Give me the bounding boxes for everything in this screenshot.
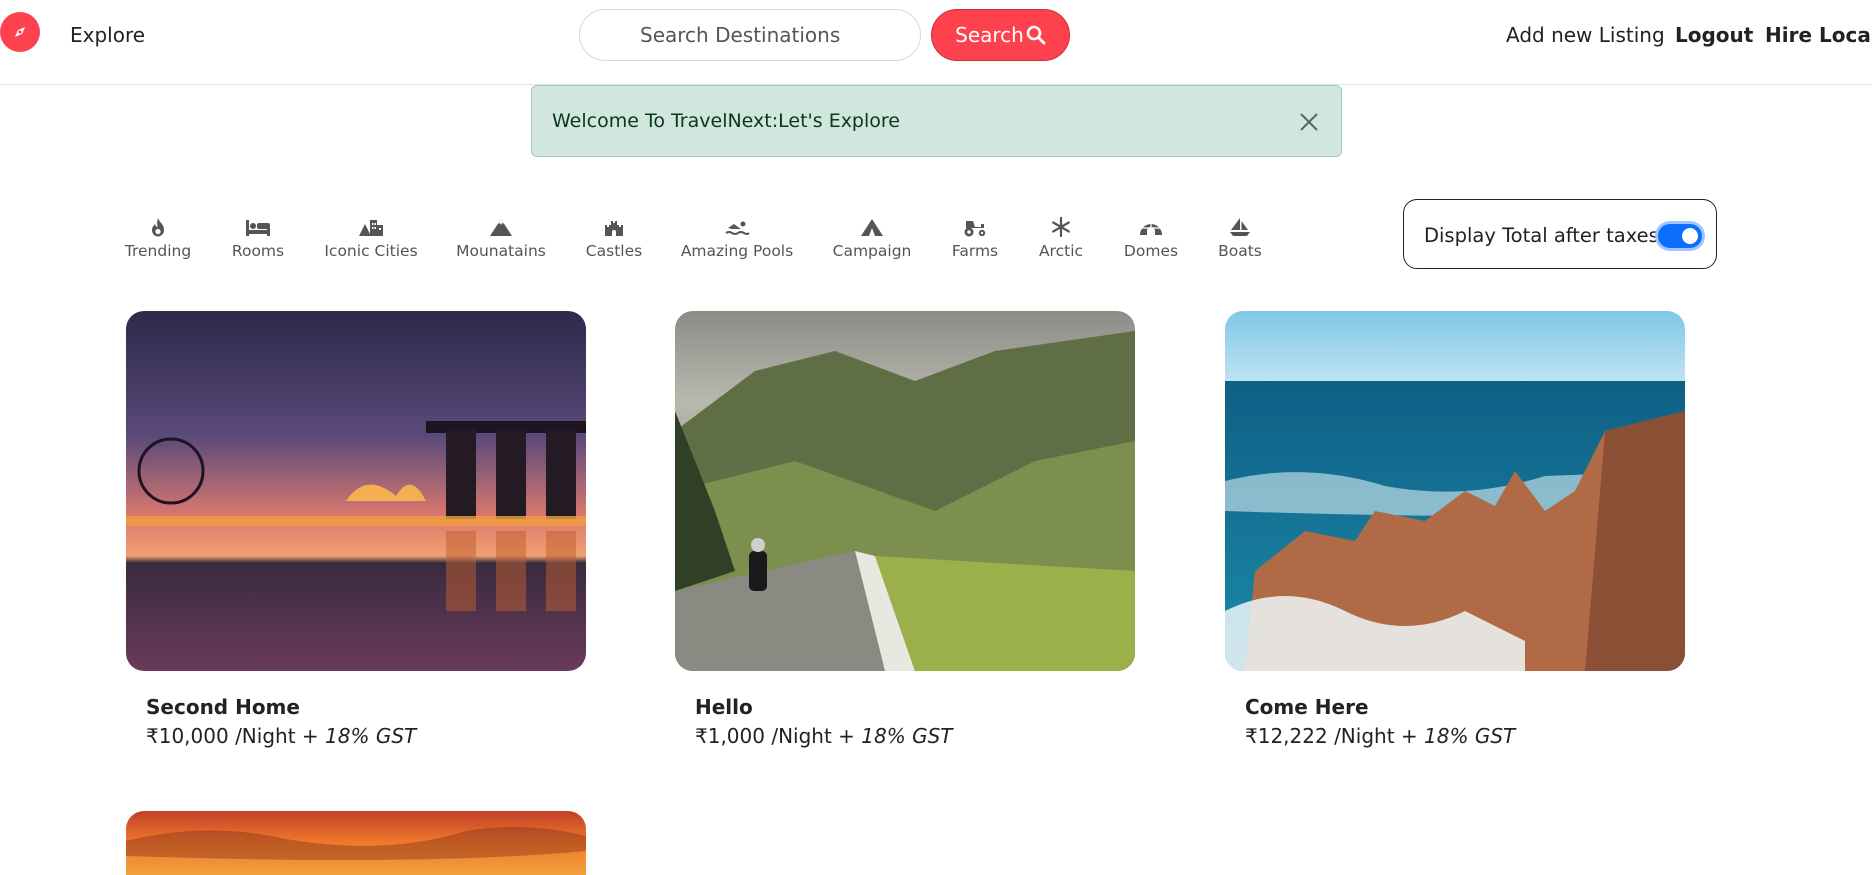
search-button-label: Search [955,23,1024,47]
filter-castles[interactable]: Castles [554,216,674,260]
filter-mountains[interactable]: Mounatains [441,216,561,260]
filter-iconic-cities[interactable]: Iconic Cities [311,216,431,260]
listing-price: ₹10,000 /Night + 18% GST [146,724,417,748]
flash-message: Welcome To TravelNext:Let's Explore [552,110,900,132]
listing-card[interactable]: Hello ₹1,000 /Night + 18% GST [675,311,1135,748]
flash-alert: Welcome To TravelNext:Let's Explore [531,85,1342,157]
filter-label: Rooms [231,242,285,260]
listing-card[interactable]: Come Here ₹12,222 /Night + 18% GST [1225,311,1685,748]
filter-campaign[interactable]: Campaign [812,216,932,260]
listing-image [126,811,586,875]
tent-icon [861,219,883,236]
hire-local-link[interactable]: Hire Local [1765,23,1872,47]
compass-icon[interactable] [0,12,40,52]
listing-image [675,311,1135,671]
filter-label: Campaign [832,242,912,260]
snowflake-icon [1052,216,1070,238]
search-icon [1026,25,1046,45]
filter-label: Castles [585,242,643,260]
search-input[interactable] [579,9,921,61]
listing-price: ₹1,000 /Night + 18% GST [695,724,953,748]
mountain-icon [490,219,512,236]
logout-link[interactable]: Logout [1675,23,1753,47]
navbar: Explore Search Add new Listing Logout Hi… [0,0,1872,85]
tax-toggle-label: Display Total after taxes [1424,224,1659,247]
search-button[interactable]: Search [931,9,1070,61]
listing-image [126,311,586,671]
filter-boats[interactable]: Boats [1180,216,1300,260]
swimmer-icon [725,221,750,235]
filter-label: Iconic Cities [324,242,418,260]
listing-card[interactable] [126,811,586,875]
listing-tax: 18% GST [861,724,953,748]
filter-label: Amazing Pools [680,242,794,260]
filter-amazing-pools[interactable]: Amazing Pools [677,216,797,260]
listing-title: Second Home [146,695,300,719]
city-icon [359,220,383,236]
tax-toggle-switch[interactable] [1658,224,1702,248]
bed-icon [246,220,270,236]
listing-title: Hello [695,695,753,719]
nav-explore-link[interactable]: Explore [70,23,145,47]
tractor-icon [964,221,986,237]
listing-price: ₹12,222 /Night + 18% GST [1245,724,1516,748]
listing-title: Come Here [1245,695,1369,719]
listing-image [1225,311,1685,671]
fire-icon [152,218,164,237]
sailboat-icon [1230,218,1250,236]
filter-label: Mounatains [456,242,546,260]
igloo-icon [1140,224,1162,235]
filter-label: Boats [1218,242,1262,260]
add-listing-link[interactable]: Add new Listing [1506,23,1665,47]
toggle-knob [1682,228,1698,244]
filter-rooms[interactable]: Rooms [198,216,318,260]
close-icon[interactable] [1297,110,1321,134]
listing-tax: 18% GST [325,724,417,748]
listing-card[interactable]: Second Home ₹10,000 /Night + 18% GST [126,311,586,748]
tax-toggle: Display Total after taxes [1403,199,1717,269]
castle-icon [605,221,623,236]
listing-tax: 18% GST [1424,724,1516,748]
